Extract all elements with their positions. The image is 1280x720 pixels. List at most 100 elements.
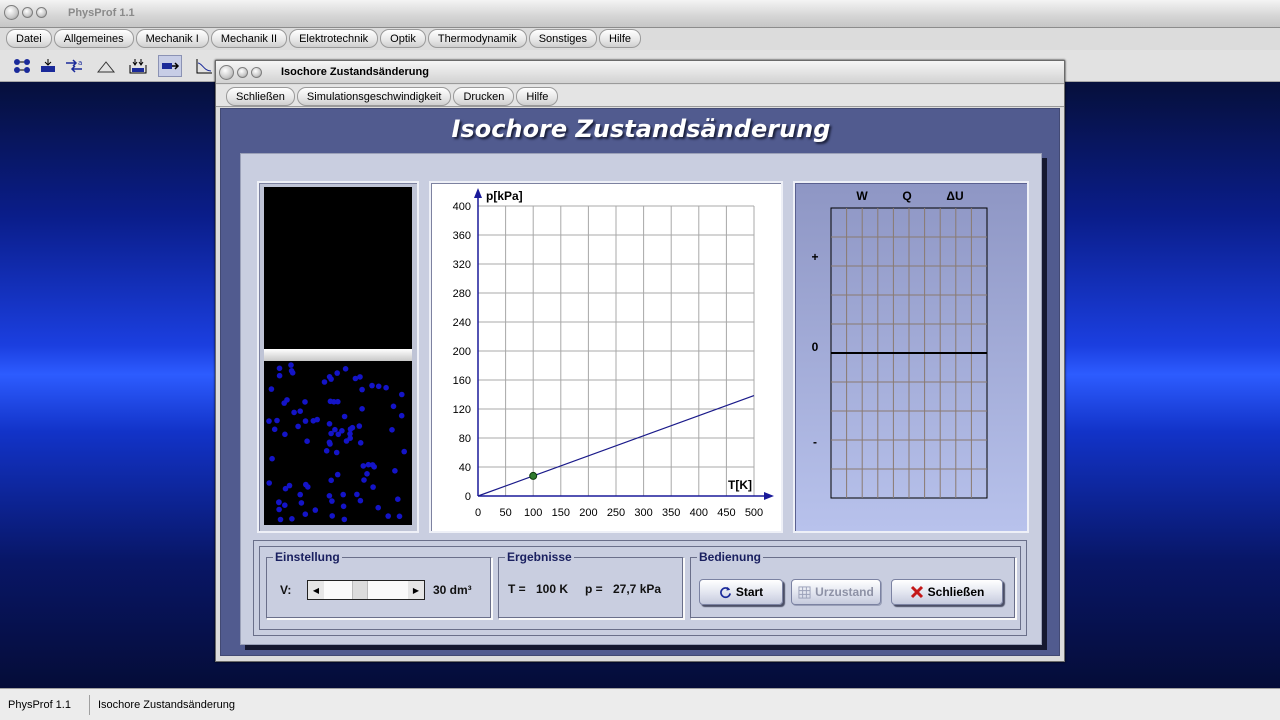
gas-particle — [302, 418, 309, 424]
reaction-icon[interactable]: a — [62, 55, 86, 77]
start-button[interactable]: Start — [699, 579, 783, 605]
ergebnisse-group: Ergebnisse T = 100 K p = 27,7 kPa — [498, 550, 684, 619]
y-tick-label: 280 — [453, 288, 471, 300]
gas-particle — [399, 391, 405, 398]
dialog-menu-hilfe[interactable]: Hilfe — [516, 87, 559, 106]
volume-value: 30 dm³ — [433, 583, 472, 597]
schliessen-button-label: Schließen — [927, 585, 985, 599]
menu-thermodynamik[interactable]: Thermodynamik — [427, 29, 527, 48]
dialog-menu-schliessen[interactable]: Schließen — [226, 87, 295, 106]
y-axis-label: p[kPa] — [486, 189, 523, 203]
gas-particle — [304, 438, 310, 444]
energy-column-label: Q — [902, 189, 911, 203]
gas-particle — [341, 413, 348, 420]
menu-mechanik-1[interactable]: Mechanik I — [135, 29, 209, 48]
energy-chart-svg: W Q ΔU +0 - — [811, 189, 988, 499]
app-title: PhysProf 1.1 — [68, 7, 135, 19]
gas-particle — [370, 484, 376, 490]
menu-optik[interactable]: Optik — [380, 29, 426, 48]
gas-particle — [297, 408, 303, 414]
slider-right-arrow-icon[interactable]: ▶ — [408, 581, 424, 599]
pressure-label: p = — [585, 582, 603, 596]
gas-particle — [359, 386, 365, 393]
arrow-right-icon[interactable] — [158, 55, 182, 77]
current-state-point — [529, 471, 538, 480]
close-window-button[interactable] — [4, 5, 19, 20]
gas-particle — [361, 477, 367, 483]
status-app: PhysProf 1.1 — [0, 694, 90, 715]
close-x-icon — [910, 585, 924, 599]
dialog-menu-drucken[interactable]: Drucken — [453, 87, 515, 106]
gas-particle — [332, 426, 338, 433]
gas-particle — [303, 481, 309, 488]
menu-hilfe[interactable]: Hilfe — [599, 29, 642, 48]
urzustand-button-label: Urzustand — [815, 585, 874, 599]
menu-allgemeines[interactable]: Allgemeines — [53, 29, 134, 48]
y-tick-label: 360 — [453, 230, 471, 242]
gas-particle — [282, 431, 288, 438]
volume-label: V: — [280, 583, 292, 597]
y-tick-label: 120 — [453, 404, 471, 416]
dialog-content: Isochore Zustandsänderung p[kPa] T[K] 0 50 1… — [220, 108, 1060, 656]
gas-particle — [390, 403, 397, 410]
dialog-minimize-button[interactable] — [237, 67, 248, 78]
gas-particle — [326, 493, 333, 499]
wave-icon[interactable] — [94, 55, 118, 77]
slider-track[interactable] — [324, 581, 408, 599]
atoms-icon[interactable] — [10, 55, 34, 77]
gas-particle — [298, 500, 305, 506]
gas-particle — [326, 421, 333, 427]
gas-particle — [375, 383, 382, 390]
temperature-value: 100 K — [536, 582, 569, 596]
piston — [264, 349, 412, 361]
minimize-window-button[interactable] — [22, 7, 33, 18]
x-tick-label: 150 — [552, 507, 570, 519]
x-tick-label: 350 — [662, 507, 680, 519]
gas-particle — [289, 516, 295, 522]
energy-axis-label: + — [811, 250, 818, 264]
einstellung-legend: Einstellung — [273, 550, 342, 564]
y-tick-label: 320 — [453, 259, 471, 271]
gas-particle — [340, 503, 347, 510]
menu-elektrotechnik[interactable]: Elektrotechnik — [289, 29, 379, 48]
gas-particle — [354, 491, 360, 498]
x-tick-label: 50 — [499, 507, 511, 519]
energy-column-label: ΔU — [946, 189, 963, 203]
gas-particle — [282, 485, 289, 492]
gas-particle — [282, 502, 288, 508]
dialog-maximize-button[interactable] — [251, 67, 262, 78]
gas-particle — [329, 498, 335, 504]
gas-particle — [360, 463, 367, 469]
dialog-close-button[interactable] — [219, 65, 234, 80]
menu-mechanik-2[interactable]: Mechanik II — [210, 29, 288, 48]
container-icon[interactable] — [126, 55, 150, 77]
slider-left-arrow-icon[interactable]: ◀ — [308, 581, 324, 599]
gas-particle — [356, 423, 363, 429]
gas-particle — [277, 516, 284, 523]
schliessen-button[interactable]: Schließen — [891, 579, 1003, 605]
slider-thumb[interactable] — [352, 581, 368, 599]
menu-datei[interactable]: Datei — [6, 29, 52, 48]
gas-particle — [401, 448, 407, 455]
energy-axis-label: 0 — [812, 340, 819, 354]
gas-particle — [276, 506, 282, 513]
bedienung-group: Bedienung Start Urzustand Schließen — [690, 550, 1016, 619]
graph-icon[interactable] — [192, 55, 216, 77]
gas-particle — [331, 399, 337, 405]
main-menubar: Datei Allgemeines Mechanik I Mechanik II… — [0, 28, 1280, 50]
gas-particle — [357, 440, 364, 446]
menu-sonstiges[interactable]: Sonstiges — [528, 29, 598, 48]
energy-chart: W Q ΔU +0 - — [793, 181, 1029, 533]
volume-slider[interactable]: ◀ ▶ — [307, 580, 425, 600]
piston-icon[interactable] — [36, 55, 60, 77]
maximize-window-button[interactable] — [36, 7, 47, 18]
einstellung-group: Einstellung V: ◀ ▶ 30 dm³ — [266, 550, 492, 619]
gas-particle — [276, 365, 283, 372]
temperature-label: T = — [508, 582, 526, 596]
y-tick-label: 200 — [453, 346, 471, 358]
status-bar: PhysProf 1.1 Isochore Zustandsänderung — [0, 688, 1280, 720]
gas-particle — [288, 362, 294, 368]
dialog-menu-simulationsgeschwindigkeit[interactable]: Simulationsgeschwindigkeit — [296, 87, 452, 106]
urzustand-button[interactable]: Urzustand — [791, 579, 881, 605]
gas-particle — [276, 499, 282, 506]
